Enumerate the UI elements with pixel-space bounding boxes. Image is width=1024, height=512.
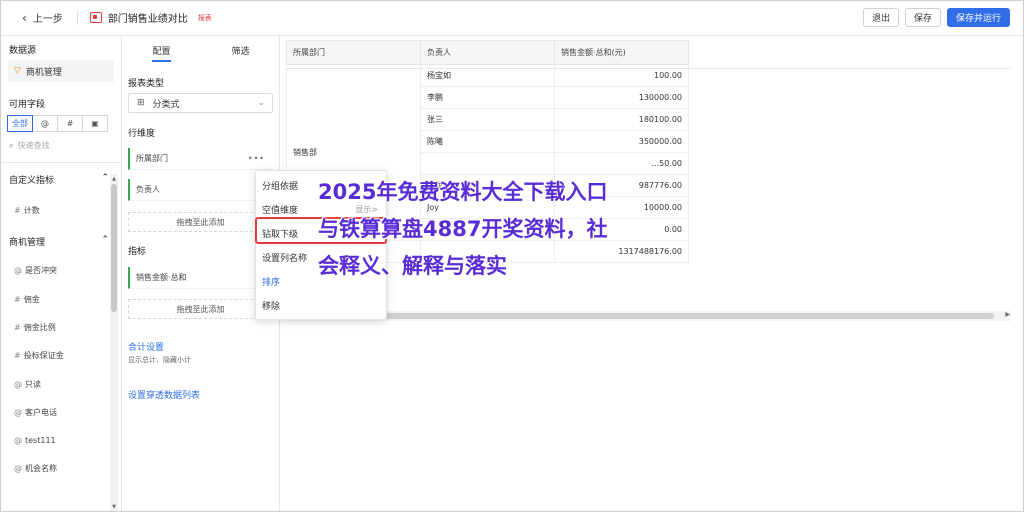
scroll-down-icon[interactable]: ▼ (110, 504, 118, 510)
report-type-select[interactable]: ⊞ 分类式 ⌄ (128, 93, 273, 113)
chevron-down-icon: ⌄ (257, 98, 265, 108)
group-business[interactable]: 商机管理 ⌃ (9, 235, 109, 248)
field-tab-text[interactable]: @ (32, 115, 58, 132)
group-custom-metrics[interactable]: 自定义指标 ⌃ (9, 173, 109, 186)
group-label: 商机管理 (9, 238, 46, 248)
chevron-up-icon: ⌃ (101, 235, 109, 245)
search-icon: ⌕ (9, 140, 14, 150)
menu-item-sort[interactable]: 排序 (262, 275, 280, 288)
row-dim-item[interactable]: 所属部门 ••• (128, 148, 273, 170)
column-header[interactable]: 所属部门 (286, 40, 421, 65)
chevron-up-icon: ⌃ (101, 173, 109, 183)
field-tab-date[interactable]: ▣ (82, 115, 108, 132)
total-settings-link[interactable]: 合计设置 (128, 340, 164, 353)
total-settings-hint: 显示总计、隐藏小计 (128, 356, 191, 364)
row-dim-dropzone[interactable]: 拖拽至此添加 (128, 212, 273, 232)
scroll-up-icon[interactable]: ▲ (110, 176, 118, 182)
menu-item-group-by[interactable]: 分组依据 (262, 179, 298, 192)
save-run-button[interactable]: 保存并运行 (946, 8, 1010, 27)
field-item[interactable]: # 计数 (14, 205, 40, 216)
top-header: ‹ 上一步 部门销售业绩对比 报表 退出 保存 保存并运行 (0, 0, 1024, 36)
report-tag: 报表 (197, 13, 212, 22)
field-item[interactable]: @ 只读 (14, 379, 41, 390)
tab-config[interactable]: 配置 (122, 36, 201, 62)
config-tabs: 配置 筛选 (122, 36, 280, 62)
datasource-label: 数据源 (9, 46, 37, 56)
field-item[interactable]: @ 机会名称 (14, 463, 57, 474)
back-label: 上一步 (32, 14, 63, 25)
save-button[interactable]: 保存 (904, 8, 941, 27)
field-panel: 数据源 ▽ 商机管理 可用字段 全部 @ # ▣ ⌕ 快速查找 自定义指标 ⌃ … (0, 36, 122, 512)
divider (0, 162, 122, 163)
chevron-left-icon: ‹ (22, 10, 27, 25)
row-dim-label: 行维度 (128, 129, 156, 139)
metric-label: 指标 (128, 247, 147, 257)
field-type-tabs: 全部 @ # ▣ (7, 115, 108, 132)
report-type-label: 报表类型 (128, 79, 165, 89)
more-icon[interactable]: ••• (248, 154, 265, 163)
funnel-icon: ▽ (14, 66, 21, 76)
field-item[interactable]: # 佣金 (14, 294, 40, 305)
header-divider (286, 68, 1011, 69)
field-item[interactable]: @ 客户电话 (14, 407, 57, 418)
table-hscroll-thumb[interactable] (294, 313, 994, 319)
menu-item-remove[interactable]: 移除 (262, 299, 280, 312)
datasource-item[interactable]: ▽ 商机管理 (8, 60, 114, 82)
field-item[interactable]: @ 是否冲突 (14, 265, 57, 276)
tab-filter[interactable]: 筛选 (201, 36, 280, 62)
exit-button[interactable]: 退出 (862, 8, 899, 27)
overlay-text: 2025年免费资料大全下载入口 与铁算算盘4887开奖资料，社 会释义、解释与落… (318, 180, 608, 278)
field-item[interactable]: @ test111 (14, 436, 56, 445)
field-item[interactable]: # 佣金比例 (14, 322, 56, 333)
metric-item[interactable]: 销售金额·总和 (128, 267, 273, 289)
report-type-value: 分类式 (152, 99, 180, 110)
row-dim-item[interactable]: 负责人 (128, 179, 273, 201)
fields-label: 可用字段 (9, 100, 46, 110)
grid-icon: ⊞ (137, 98, 145, 108)
back-button[interactable]: ‹ 上一步 (22, 10, 63, 26)
field-search[interactable]: ⌕ 快速查找 (9, 140, 113, 151)
header-actions: 退出 保存 保存并运行 (862, 8, 1010, 27)
drill-list-link[interactable]: 设置穿透数据列表 (128, 388, 200, 401)
metric-dropzone[interactable]: 拖拽至此添加 (128, 299, 273, 319)
table-hscrollbar[interactable]: ◀ ▶ (286, 311, 1011, 321)
search-placeholder: 快速查找 (17, 141, 50, 150)
column-header[interactable]: 负责人 (420, 40, 555, 65)
column-header[interactable]: 销售金额·总和(元) (554, 40, 689, 65)
field-scroll-thumb[interactable] (111, 184, 117, 312)
datasource-name: 商机管理 (25, 67, 62, 78)
page-title: 部门销售业绩对比 (107, 14, 188, 25)
header-divider (76, 10, 78, 25)
field-item[interactable]: # 投标保证金 (14, 350, 64, 361)
field-tab-number[interactable]: # (57, 115, 83, 132)
group-label: 自定义指标 (9, 176, 55, 186)
scroll-right-icon[interactable]: ▶ (1005, 311, 1010, 318)
report-icon (89, 12, 102, 23)
field-tab-all[interactable]: 全部 (7, 115, 33, 132)
menu-item-rename-column[interactable]: 设置列名称 (262, 251, 307, 264)
menu-item-empty-dim[interactable]: 空值维度 (262, 203, 298, 216)
